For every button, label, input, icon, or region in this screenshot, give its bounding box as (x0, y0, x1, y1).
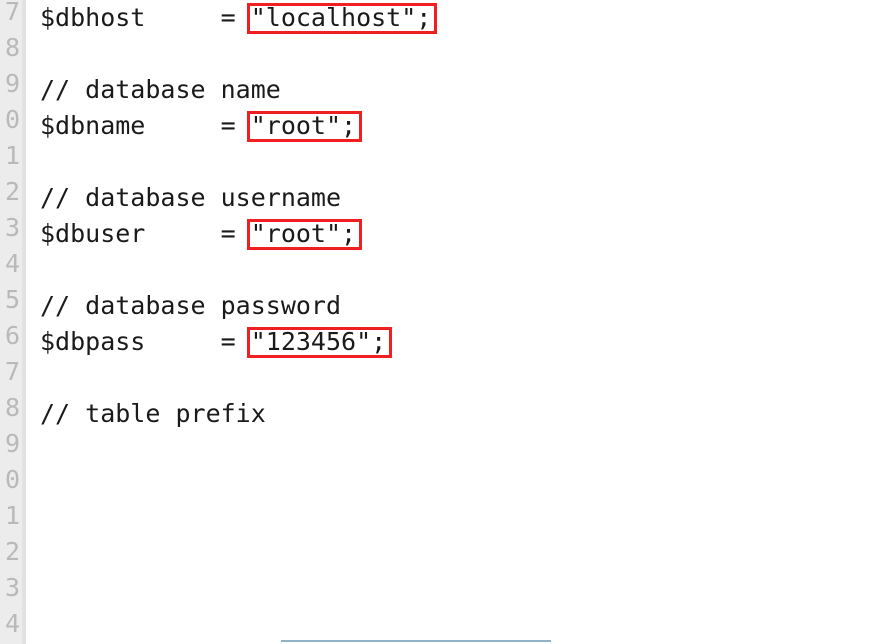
line-number-gutter: 789012345678901234567 (0, 0, 26, 644)
setting-dbuser[interactable]: $dbuser = "root"; (26, 216, 873, 252)
code-line-blank[interactable] (26, 360, 873, 396)
setting-dbhost[interactable]: $dbhost = "localhost"; (26, 0, 873, 36)
line-number: 4 (4, 609, 20, 638)
line-number: 2 (4, 177, 20, 206)
line-number: 0 (4, 465, 20, 494)
comment-database-username[interactable]: // database username (26, 180, 873, 216)
code-line-text: // database name (40, 75, 281, 104)
comment-database-name[interactable]: // database name (26, 72, 873, 108)
line-number: 8 (4, 393, 20, 422)
comment-table-prefix[interactable]: // table prefix (26, 396, 873, 432)
code-line-text: $dbuser = "root"; (40, 219, 357, 248)
panel-divider-rule (281, 640, 551, 642)
line-number: 0 (4, 105, 20, 134)
line-number: 1 (4, 501, 20, 530)
code-content-area[interactable]: * --------------------------------------… (26, 0, 873, 428)
line-number: 1 (4, 141, 20, 170)
code-line-blank[interactable] (26, 144, 873, 180)
code-line-blank[interactable] (26, 36, 873, 72)
code-line-text: // database username (40, 183, 342, 212)
code-editor[interactable]: 789012345678901234567 * ----------------… (0, 0, 873, 644)
line-number: 3 (4, 573, 20, 602)
line-number: 7 (4, 0, 20, 26)
setting-dbname[interactable]: $dbname = "root"; (26, 108, 873, 144)
line-number: 3 (4, 213, 20, 242)
line-number: 9 (4, 69, 20, 98)
code-line-text: $dbhost = "localhost"; (40, 3, 432, 32)
line-number: 4 (4, 249, 20, 278)
code-line-text: // database password (40, 291, 342, 320)
comment-database-password[interactable]: // database password (26, 288, 873, 324)
line-number: 6 (4, 321, 20, 350)
code-line-text: // table prefix (40, 399, 266, 428)
line-number: 2 (4, 537, 20, 566)
line-number: 5 (4, 285, 20, 314)
line-number: 9 (4, 429, 20, 458)
line-number: 8 (4, 33, 20, 62)
code-line-blank[interactable] (26, 252, 873, 288)
code-line-text: $dbname = "root"; (40, 111, 357, 140)
code-line-text: $dbpass = "123456"; (40, 327, 387, 356)
line-number: 7 (4, 357, 20, 386)
setting-dbpass[interactable]: $dbpass = "123456"; (26, 324, 873, 360)
